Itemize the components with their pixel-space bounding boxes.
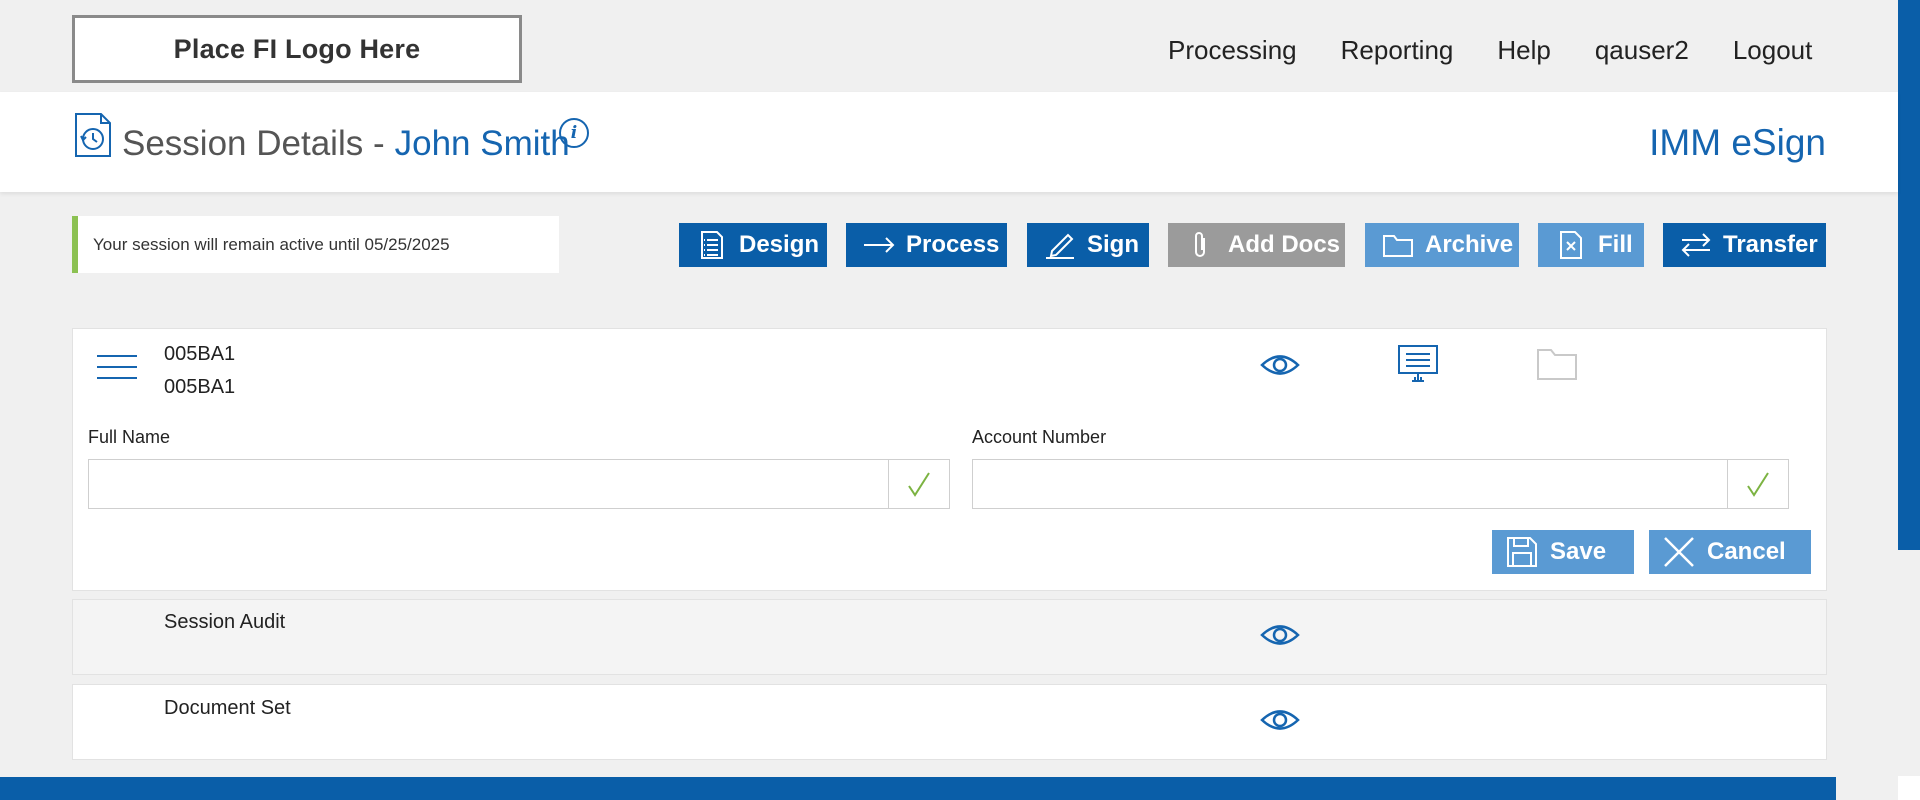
sign-button[interactable]: Sign: [1027, 223, 1149, 267]
transfer-button[interactable]: Transfer: [1663, 223, 1826, 267]
close-icon: [1663, 536, 1695, 568]
folder-disabled-icon: [1537, 349, 1577, 380]
checkmark-icon: [1747, 472, 1769, 497]
checkmark-icon: [908, 472, 930, 497]
account-number-field-wrapper: [972, 459, 1789, 509]
top-header: Place FI Logo Here Processing Reporting …: [0, 0, 1898, 92]
account-number-confirm-button[interactable]: [1727, 459, 1789, 509]
design-label: Design: [739, 231, 820, 258]
nav-reporting[interactable]: Reporting: [1341, 35, 1454, 66]
save-button[interactable]: Save: [1492, 530, 1634, 574]
nav-logout[interactable]: Logout: [1733, 35, 1813, 66]
eye-icon[interactable]: [1260, 352, 1300, 378]
menu-icon[interactable]: [97, 355, 137, 381]
session-history-icon: [75, 113, 111, 157]
document-set-row[interactable]: Document Set: [72, 684, 1827, 760]
document-x-icon: [1552, 230, 1590, 260]
nav-processing[interactable]: Processing: [1168, 35, 1297, 66]
cancel-label: Cancel: [1707, 538, 1786, 565]
cancel-button[interactable]: Cancel: [1649, 530, 1811, 574]
presentation-icon[interactable]: [1397, 344, 1439, 384]
process-button[interactable]: Process: [846, 223, 1007, 267]
account-number-label: Account Number: [972, 427, 1107, 447]
process-label: Process: [906, 231, 1000, 258]
logo-text: Place FI Logo Here: [173, 33, 421, 64]
info-icon[interactable]: i: [559, 118, 589, 148]
nav-user[interactable]: qauser2: [1595, 35, 1689, 66]
scrollbar-track: [1898, 776, 1920, 800]
scrollbar[interactable]: [1898, 0, 1920, 550]
customer-name: John Smith: [394, 124, 570, 163]
eye-icon[interactable]: [1260, 707, 1300, 733]
design-button[interactable]: Design: [679, 223, 827, 267]
logo-placeholder: Place FI Logo Here: [72, 15, 522, 83]
pen-icon: [1041, 230, 1079, 260]
save-label: Save: [1550, 538, 1607, 565]
arrow-right-icon: [860, 230, 898, 260]
document-panel: 005BA1 005BA1 Full Name Account Number S…: [72, 328, 1827, 591]
session-notice-text: Your session will remain active until 05…: [93, 234, 450, 254]
session-notice: Your session will remain active until 05…: [72, 216, 559, 273]
nav-help[interactable]: Help: [1497, 35, 1550, 66]
floppy-disk-icon: [1506, 536, 1538, 568]
paperclip-icon: [1182, 230, 1220, 260]
product-name: IMM eSign: [1649, 122, 1826, 163]
add-docs-button[interactable]: Add Docs: [1168, 223, 1345, 267]
sign-label: Sign: [1087, 231, 1139, 258]
transfer-arrows-icon: [1677, 230, 1715, 260]
full-name-field-wrapper: [88, 459, 950, 509]
document-id-secondary: 005BA1: [164, 376, 236, 398]
page-title-prefix: Session Details -: [122, 124, 385, 163]
title-band: Session Details - John Smith i IMM eSign: [0, 92, 1898, 192]
footer-bar: [0, 777, 1836, 800]
archive-label: Archive: [1425, 231, 1514, 258]
transfer-label: Transfer: [1723, 231, 1818, 258]
fill-button[interactable]: Fill: [1538, 223, 1644, 267]
page-title: Session Details - John Smith: [122, 124, 570, 164]
full-name-input[interactable]: [89, 460, 949, 508]
add-docs-label: Add Docs: [1228, 231, 1341, 258]
account-number-input[interactable]: [973, 460, 1788, 508]
folder-icon: [1379, 230, 1417, 260]
full-name-confirm-button[interactable]: [888, 459, 950, 509]
document-id-primary: 005BA1: [164, 343, 236, 365]
document-set-title: Document Set: [164, 697, 291, 719]
checklist-icon: [693, 230, 731, 260]
main-nav: Processing Reporting Help qauser2 Logout: [1168, 35, 1856, 66]
session-audit-title: Session Audit: [164, 611, 286, 633]
session-audit-row[interactable]: Session Audit: [72, 599, 1827, 675]
fill-label: Fill: [1598, 231, 1633, 258]
eye-icon[interactable]: [1260, 622, 1300, 648]
archive-button[interactable]: Archive: [1365, 223, 1519, 267]
full-name-label: Full Name: [88, 427, 171, 447]
